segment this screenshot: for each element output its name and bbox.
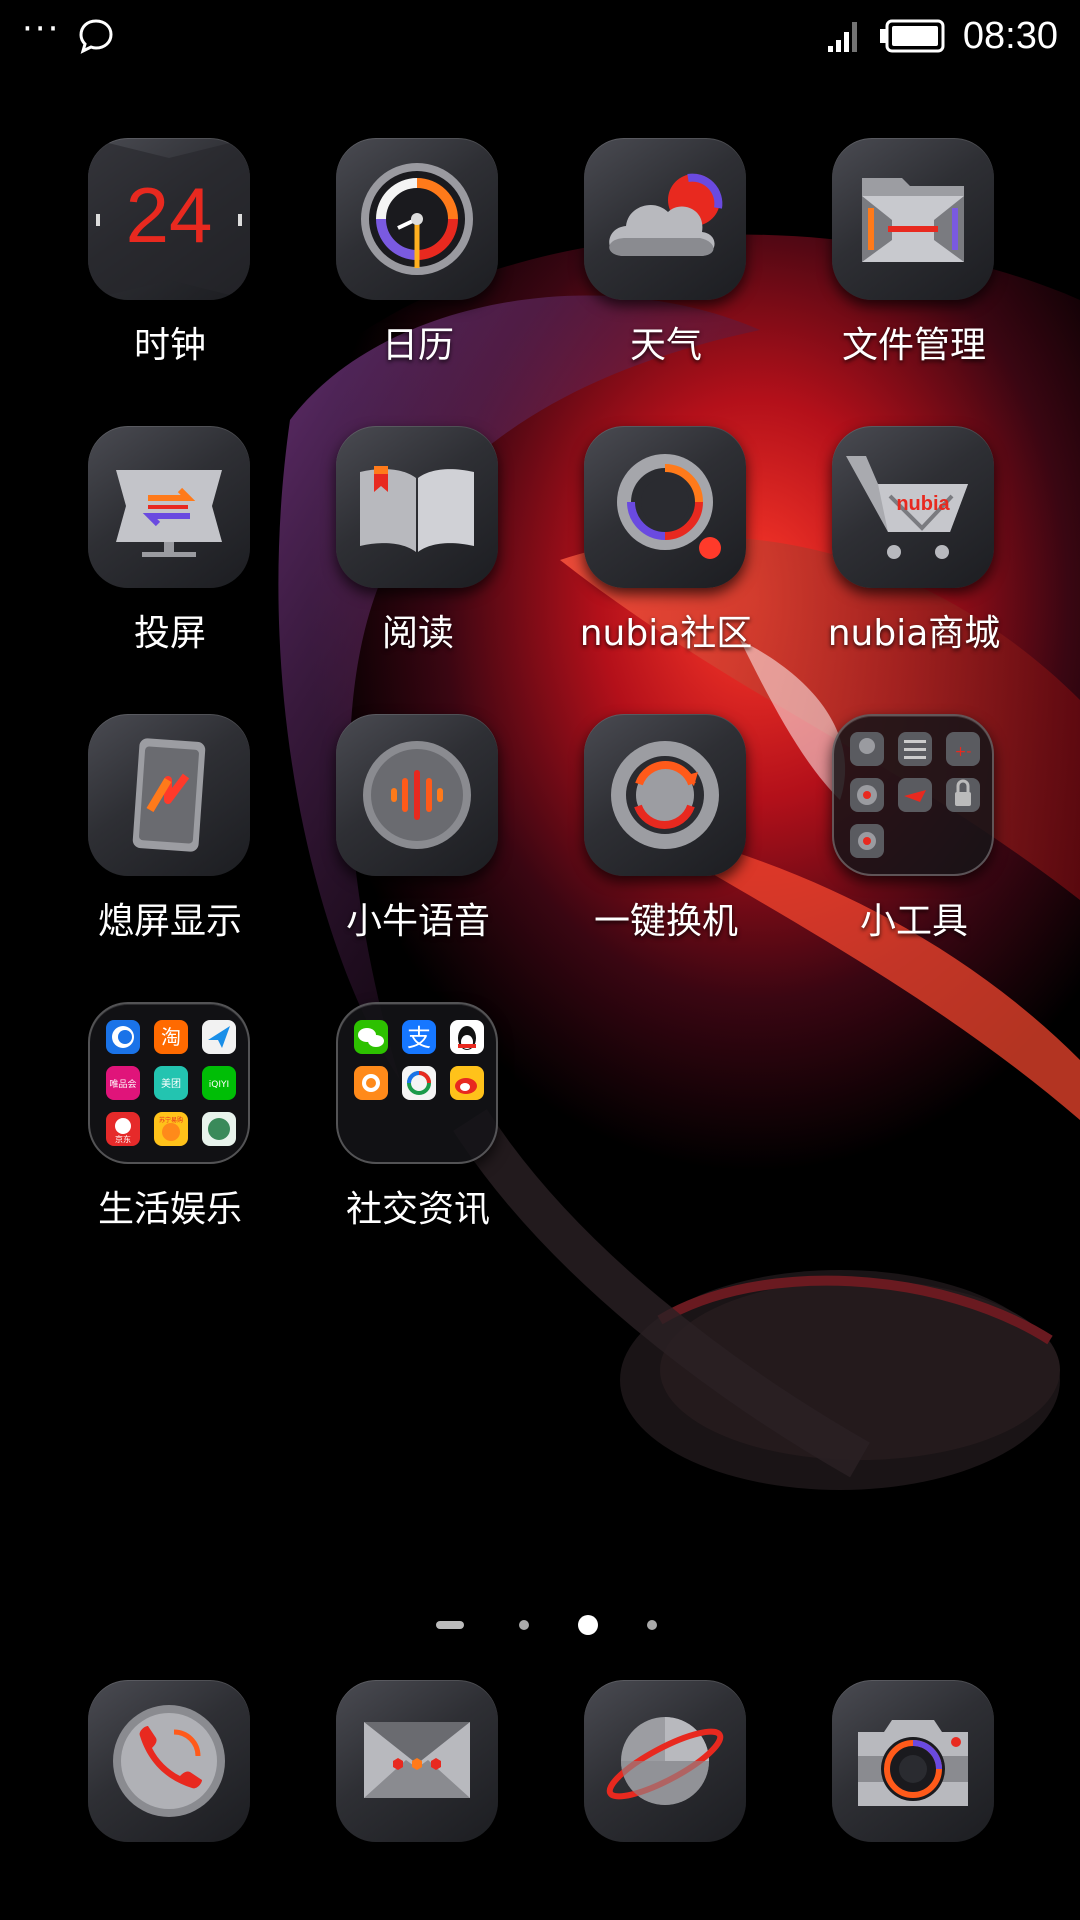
shop-cart-icon: nubia — [832, 426, 994, 588]
community-icon — [584, 426, 746, 588]
app-label: 小工具 — [859, 901, 968, 942]
camera-icon — [832, 1680, 994, 1842]
vip-mini-label: 唯品会 — [109, 1078, 136, 1090]
app-clock[interactable]: 24 时钟 — [50, 138, 290, 378]
app-label: 投屏 — [133, 613, 206, 654]
file-manager-icon — [832, 138, 994, 300]
folder-tools[interactable]: +- 小工具 — [794, 714, 1034, 954]
clock-icon: 24 — [88, 138, 250, 300]
svg-text:+-: +- — [955, 744, 972, 760]
phone-clone-icon — [584, 714, 746, 876]
app-voice-assistant[interactable]: 小牛语音 — [298, 714, 538, 954]
app-label: 熄屏显示 — [97, 901, 242, 942]
folder-life[interactable]: 淘 唯品会 美团 iQIYI 京东 苏宁易购 生活娱乐 — [50, 1002, 290, 1242]
messages-icon — [336, 1680, 498, 1842]
signal-icon — [827, 22, 857, 52]
page-indicator[interactable] — [0, 1610, 1080, 1640]
phone-icon — [88, 1680, 250, 1842]
weather-icon — [584, 138, 746, 300]
dock-phone[interactable] — [50, 1680, 290, 1850]
suning-mini-label: 苏宁易购 — [159, 1116, 183, 1124]
more-dots-icon: ··· — [22, 9, 61, 49]
dock-camera[interactable] — [794, 1680, 1034, 1850]
app-label: 文件管理 — [841, 325, 986, 366]
voice-assistant-icon — [336, 714, 498, 876]
clock-icon-number: 24 — [126, 171, 213, 259]
battery-icon — [879, 19, 945, 53]
status-bar: ··· 08:30 — [0, 0, 1080, 72]
page-dot-active — [578, 1615, 598, 1635]
tools-folder-icon: +- — [832, 714, 994, 876]
page-dot — [647, 1620, 657, 1630]
dock-messages[interactable] — [298, 1680, 538, 1850]
meituan-mini-label: 美团 — [161, 1077, 181, 1090]
app-label: 时钟 — [133, 325, 206, 366]
taobao-mini-label: 淘 — [161, 1025, 181, 1049]
reader-icon — [336, 426, 498, 588]
app-label: 阅读 — [381, 613, 454, 654]
life-folder-icon: 淘 唯品会 美团 iQIYI 京东 苏宁易购 — [88, 1002, 250, 1164]
screen-cast-icon — [88, 426, 250, 588]
app-label: 一键换机 — [593, 901, 738, 942]
dock-browser[interactable] — [546, 1680, 786, 1850]
iqiyi-mini-label: iQIYI — [209, 1080, 229, 1090]
page-dot-home — [436, 1621, 464, 1629]
alipay-mini-label: 支 — [407, 1024, 431, 1052]
social-folder-icon: 支 — [336, 1002, 498, 1164]
app-label: nubia社区 — [579, 613, 753, 654]
chat-bubble-icon — [79, 19, 113, 54]
shop-icon-text: nubia — [896, 493, 950, 515]
app-file-manager[interactable]: 文件管理 — [794, 138, 1034, 378]
calendar-icon — [336, 138, 498, 300]
app-weather[interactable]: 天气 — [546, 138, 786, 378]
app-label: 小牛语音 — [345, 901, 490, 942]
app-calendar[interactable]: 日历 — [298, 138, 538, 378]
jd-mini-label: 京东 — [115, 1134, 131, 1144]
app-label: 日历 — [381, 325, 454, 366]
app-label: nubia商城 — [827, 613, 1001, 654]
browser-icon — [584, 1680, 746, 1842]
app-ambient-display[interactable]: 熄屏显示 — [50, 714, 290, 954]
app-screen-cast[interactable]: 投屏 — [50, 426, 290, 666]
app-nubia-community[interactable]: nubia社区 — [546, 426, 786, 666]
app-label: 天气 — [629, 325, 702, 366]
app-phone-clone[interactable]: 一键换机 — [546, 714, 786, 954]
app-nubia-shop[interactable]: nubia nubia商城 — [794, 426, 1034, 666]
home-screen: ··· 08:30 24 时钟 日历 天气 文件管理 投屏 阅读 nubia社区… — [0, 0, 1080, 1920]
ambient-display-icon — [88, 714, 250, 876]
app-label: 生活娱乐 — [97, 1189, 242, 1230]
folder-social[interactable]: 支 社交资讯 — [298, 1002, 538, 1242]
app-reader[interactable]: 阅读 — [298, 426, 538, 666]
clock-time: 08:30 — [962, 14, 1058, 57]
app-label: 社交资讯 — [345, 1189, 490, 1230]
page-dot — [519, 1620, 529, 1630]
